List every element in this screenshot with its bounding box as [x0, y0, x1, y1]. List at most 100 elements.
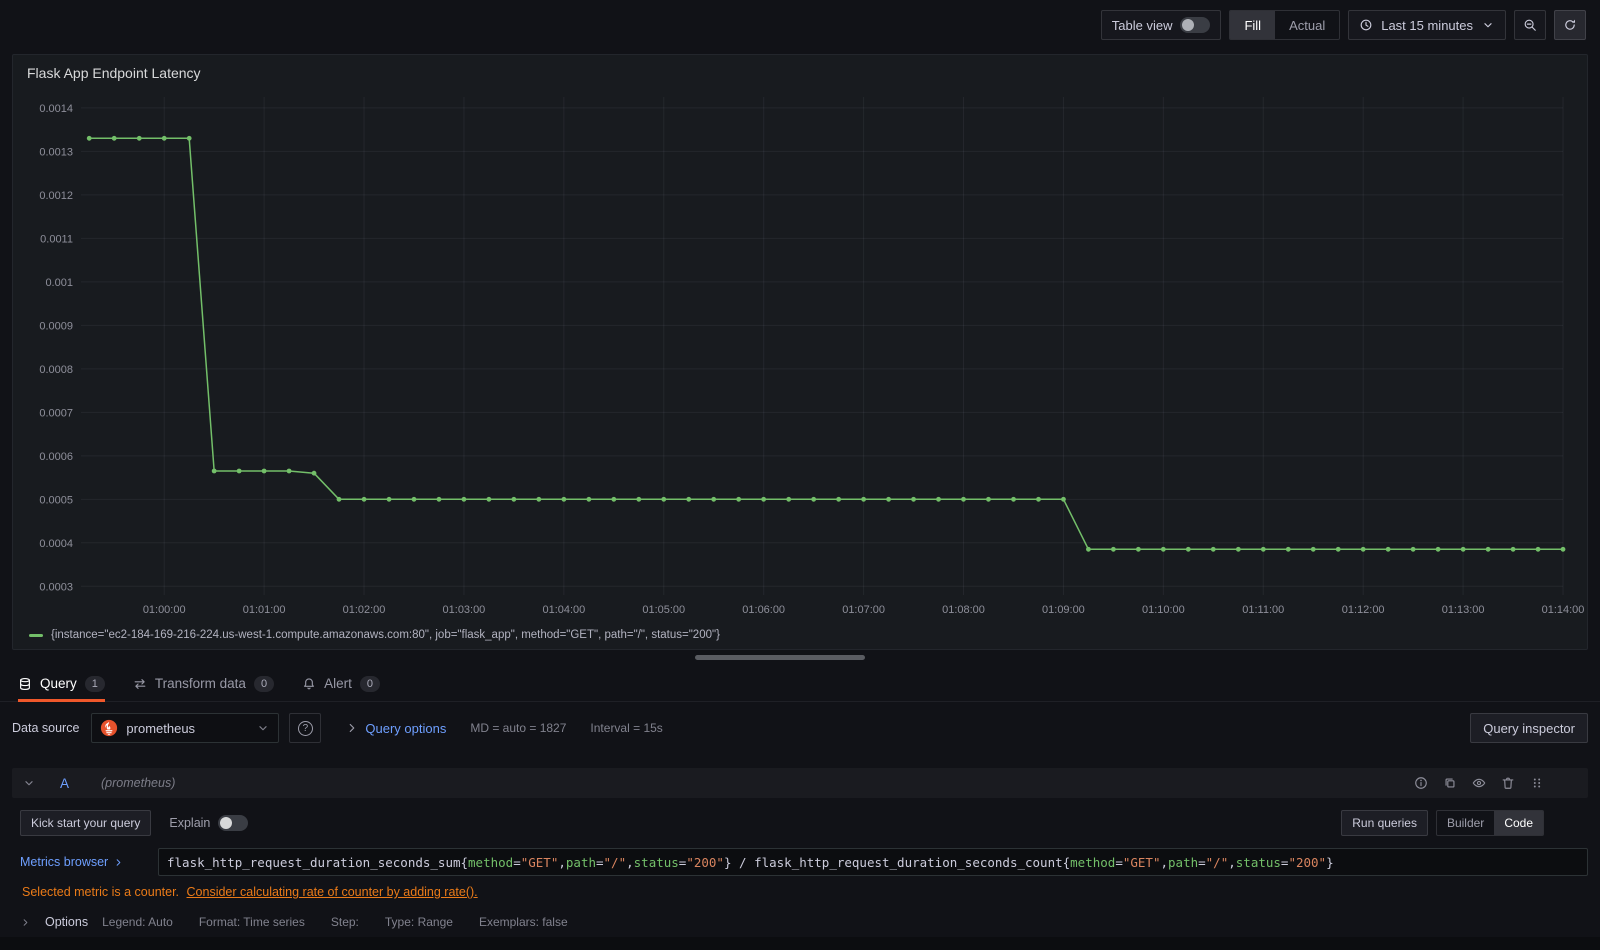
svg-text:0.0008: 0.0008 [39, 364, 73, 376]
latency-chart[interactable]: 0.0003 0.0004 0.0005 0.0006 0.0007 0.0008 0.00… [25, 87, 1584, 627]
trash-icon[interactable] [1501, 776, 1515, 790]
metrics-browser-label: Metrics browser [20, 855, 109, 869]
svg-text:01:13:00: 01:13:00 [1442, 604, 1485, 616]
counter-warning: Selected metric is a counter. Consider c… [22, 885, 1588, 899]
chevron-down-icon [259, 726, 268, 731]
svg-text:0.0011: 0.0011 [40, 233, 73, 245]
svg-text:01:01:00: 01:01:00 [243, 604, 286, 616]
svg-text:0.0004: 0.0004 [39, 538, 73, 550]
zoom-out-button[interactable] [1514, 10, 1546, 40]
svg-text:01:05:00: 01:05:00 [642, 604, 685, 616]
transform-icon [134, 678, 146, 689]
datasource-label: Data source [12, 721, 80, 735]
max-datapoints-info: MD = auto = 1827 [470, 721, 567, 735]
time-range-picker[interactable]: Last 15 minutes [1348, 10, 1506, 40]
svg-text:01:02:00: 01:02:00 [343, 604, 386, 616]
refresh-icon [1565, 19, 1575, 30]
legend-swatch [29, 633, 43, 637]
explain-toggle[interactable] [218, 815, 249, 831]
tab-label: Alert [324, 676, 352, 691]
option-legend: Legend: Auto [102, 915, 173, 929]
fill-actual-group: Fill Actual [1229, 10, 1341, 40]
editor-tabs: Query 1 Transform data 0 Alert 0 [0, 666, 1600, 702]
code-button[interactable]: Code [1494, 811, 1543, 835]
query-toolbar: Kick start your query Explain Run querie… [20, 810, 1588, 836]
svg-text:0.0003: 0.0003 [39, 581, 73, 593]
table-view-label: Table view [1111, 17, 1173, 33]
run-queries-button[interactable]: Run queries [1341, 810, 1428, 836]
query-editor-card: A (prometheus) Kick start your query Exp… [12, 768, 1588, 944]
tab-label: Transform data [154, 676, 246, 691]
option-exemplars: Exemplars: false [478, 915, 568, 929]
scroll-row [0, 650, 1600, 666]
info-circle-icon[interactable] [1414, 776, 1428, 790]
svg-text:0.0007: 0.0007 [39, 407, 73, 419]
query-inspector-button[interactable]: Query inspector [1470, 713, 1588, 743]
svg-text:01:06:00: 01:06:00 [742, 604, 785, 616]
chart-legend: {instance="ec2-184-169-216-224.us-west-1… [25, 627, 1575, 645]
tab-transform-data[interactable]: Transform data 0 [133, 666, 275, 701]
chevron-right-icon [116, 858, 121, 866]
query-header[interactable]: A (prometheus) [12, 768, 1588, 798]
svg-text:0.0006: 0.0006 [39, 451, 73, 463]
prometheus-logo [101, 719, 118, 737]
options-label: Options [45, 915, 89, 929]
tab-alert[interactable]: Alert 0 [302, 666, 380, 701]
svg-text:01:12:00: 01:12:00 [1342, 604, 1385, 616]
time-range-label: Last 15 minutes [1381, 17, 1473, 33]
tab-query[interactable]: Query 1 [18, 666, 105, 702]
actual-button[interactable]: Actual [1275, 11, 1339, 39]
query-expression[interactable]: flask_http_request_duration_seconds_sum{… [158, 848, 1588, 876]
query-options-toggle[interactable]: Query options [345, 721, 446, 736]
query-header-actions [1414, 776, 1578, 790]
bottom-strip [0, 937, 1600, 950]
drag-handle-icon[interactable] [1530, 776, 1544, 790]
builder-button[interactable]: Builder [1437, 811, 1494, 835]
svg-text:01:08:00: 01:08:00 [942, 604, 985, 616]
svg-text:0.0013: 0.0013 [39, 146, 73, 158]
svg-text:01:03:00: 01:03:00 [443, 604, 486, 616]
datasource-help-button[interactable]: ? [289, 713, 322, 743]
svg-text:0.001: 0.001 [45, 277, 72, 289]
table-view-control: Table view [1100, 10, 1222, 40]
svg-text:0.0005: 0.0005 [39, 494, 73, 506]
svg-text:01:04:00: 01:04:00 [542, 604, 585, 616]
panel-title[interactable]: Flask App Endpoint Latency [27, 65, 1575, 81]
interval-info: Interval = 15s [590, 721, 663, 735]
latency-panel: Flask App Endpoint Latency 0.0003 0.0004 0… [12, 54, 1588, 650]
warning-text: Selected metric is a counter. [22, 885, 180, 899]
explain-control: Explain [169, 815, 249, 831]
zoom-out-icon [1524, 19, 1536, 31]
eye-icon[interactable] [1472, 776, 1486, 790]
bell-icon [304, 677, 315, 689]
chevron-right-icon [350, 723, 355, 733]
database-icon [20, 677, 30, 690]
svg-text:01:07:00: 01:07:00 [842, 604, 885, 616]
rate-hint-link[interactable]: Consider calculating rate of counter by … [187, 885, 478, 899]
toggle-knob [1182, 19, 1195, 31]
svg-text:01:00:00: 01:00:00 [143, 604, 186, 616]
explain-label: Explain [169, 816, 211, 830]
datasource-row: Data source prometheus ? Query options M… [12, 712, 1588, 744]
clock-icon [1360, 19, 1372, 31]
fill-button[interactable]: Fill [1230, 11, 1276, 39]
svg-text:01:09:00: 01:09:00 [1042, 604, 1085, 616]
metrics-browser-toggle[interactable]: Metrics browser [20, 855, 150, 869]
table-view-toggle[interactable] [1180, 17, 1211, 33]
svg-text:0.0009: 0.0009 [39, 320, 73, 332]
kick-start-query-button[interactable]: Kick start your query [20, 810, 152, 836]
horizontal-scrollbar[interactable] [695, 655, 865, 660]
datasource-select[interactable]: prometheus [91, 713, 280, 743]
query-datasource-hint: (prometheus) [101, 776, 176, 790]
chevron-right-icon [23, 918, 28, 926]
option-format: Format: Time series [198, 915, 305, 929]
refresh-button[interactable] [1554, 10, 1586, 40]
tab-label: Query [40, 676, 77, 691]
duplicate-icon[interactable] [1443, 776, 1457, 790]
query-options-label: Query options [365, 720, 447, 736]
legend-label[interactable]: {instance="ec2-184-169-216-224.us-west-1… [51, 629, 720, 641]
svg-text:0.0014: 0.0014 [39, 103, 73, 115]
svg-text:0.0012: 0.0012 [39, 190, 73, 202]
tab-badge: 1 [84, 675, 105, 692]
tab-badge: 0 [359, 675, 380, 692]
